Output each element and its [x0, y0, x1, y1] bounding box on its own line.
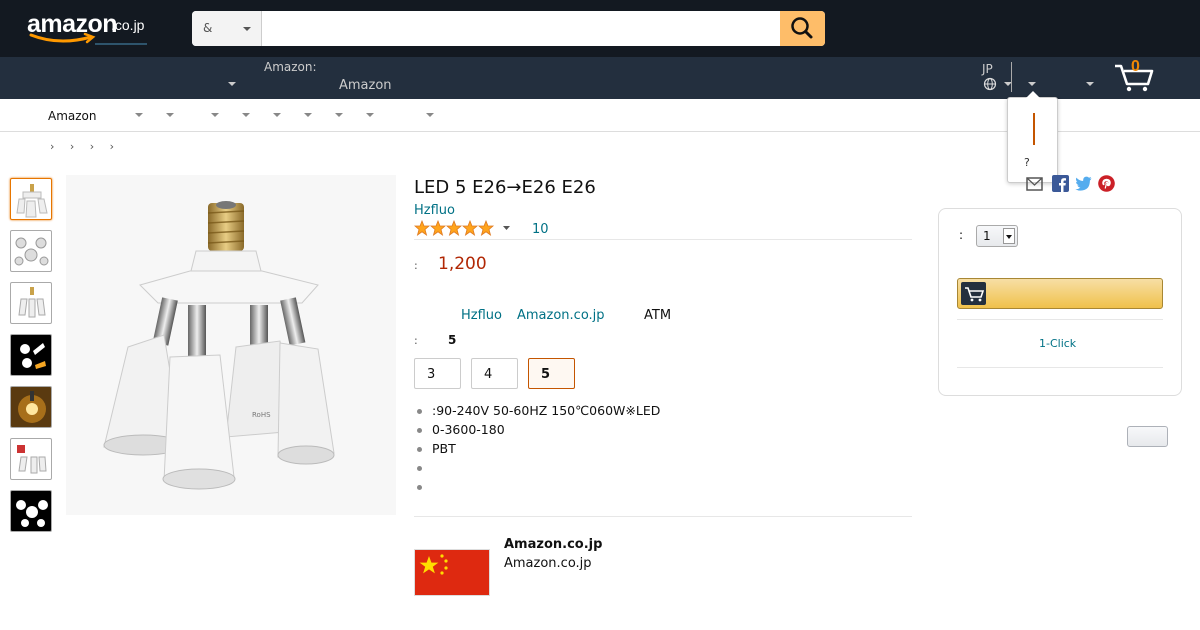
facebook-icon[interactable] [1052, 175, 1069, 192]
add-to-cart-button[interactable] [957, 278, 1163, 309]
one-click-link[interactable]: 1-Click [1039, 337, 1076, 350]
subnav-dropdown-icon[interactable] [273, 113, 281, 117]
subnav-dropdown-icon[interactable] [366, 113, 374, 117]
divider [414, 516, 912, 517]
chevron-down-icon [243, 27, 251, 31]
account-greeting: Amazon: [264, 60, 317, 74]
star-rating[interactable] [413, 219, 514, 236]
language-popover: ? [1007, 91, 1058, 183]
seller-site-link[interactable]: Amazon.co.jp [517, 308, 605, 323]
main-product-image[interactable]: RoHS [66, 175, 396, 515]
thumbnail[interactable] [10, 438, 52, 480]
language-code[interactable]: JP [982, 62, 993, 76]
orders-dropdown-icon[interactable] [1086, 82, 1094, 86]
quantity-value: 1 [983, 229, 991, 243]
quantity-select[interactable]: 1 [976, 225, 1018, 247]
thumbnail[interactable] [10, 386, 52, 428]
rating-count-link[interactable]: 10 [532, 222, 549, 237]
search-button[interactable] [780, 11, 825, 46]
seller-subtitle: Amazon.co.jp [504, 556, 592, 571]
logo-tld: .co.jp [111, 17, 145, 33]
subnav-dropdown-icon[interactable] [135, 113, 143, 117]
product-thumbnail-icon [18, 391, 46, 423]
account-link[interactable]: Amazon [339, 78, 392, 93]
variant-label: : [414, 334, 418, 347]
search-category-dropdown[interactable]: & [192, 11, 262, 46]
search-bar: & [192, 11, 825, 46]
svg-text:RoHS: RoHS [252, 411, 271, 419]
five-stars-icon [413, 219, 510, 236]
thumbnail[interactable] [10, 490, 52, 532]
deliver-dropdown-icon[interactable] [228, 82, 236, 86]
product-thumbnail-icon [16, 500, 48, 527]
thumbnail[interactable] [10, 178, 52, 220]
secondary-button[interactable] [1127, 426, 1168, 447]
product-thumbnail-icon [17, 445, 47, 474]
subnav-dropdown-icon[interactable] [335, 113, 343, 117]
popover-divider [1033, 113, 1035, 145]
payment-method: ATM [644, 308, 672, 323]
thumbnail[interactable] [10, 334, 52, 376]
breadcrumb[interactable]: › › › › [50, 140, 120, 153]
cart-count: 0 [1131, 58, 1140, 75]
search-input[interactable] [263, 11, 780, 46]
nav-divider [1011, 62, 1012, 92]
feature-bullet: 0-3600-180 [414, 422, 660, 441]
variant-option-3[interactable]: 3 [414, 358, 461, 389]
subnav-dropdown-icon[interactable] [426, 113, 434, 117]
account-dropdown-icon[interactable] [1028, 82, 1036, 86]
subnav-dropdown-icon[interactable] [242, 113, 250, 117]
chevron-down-icon [1003, 228, 1015, 244]
logo-smile-icon [29, 32, 147, 45]
divider [414, 239, 912, 240]
feature-bullet: :90-240V 50-60HZ 150℃060W※LED [414, 403, 660, 422]
feature-bullet: PBT [414, 441, 660, 460]
chevron-down-icon [503, 226, 510, 230]
variant-selected-value: 5 [448, 333, 457, 347]
product-thumbnail-icon [18, 287, 46, 318]
nav-bottom-bar [0, 57, 1200, 99]
product-thumbnail-icon [16, 184, 48, 218]
popover-question[interactable]: ? [1024, 156, 1030, 169]
variant-option-4[interactable]: 4 [471, 358, 518, 389]
cart-button-icon-wrap [961, 282, 986, 305]
amazon-logo[interactable]: amazon .co.jp [27, 10, 162, 46]
product-thumbnail-icon [20, 343, 46, 369]
product-thumbnail-icon [14, 237, 49, 266]
feature-bullets: :90-240V 50-60HZ 150℃060W※LED 0-3600-180… [414, 403, 660, 498]
brand-link[interactable]: Hzfluo [414, 203, 455, 218]
search-category-label: & [203, 21, 213, 35]
subnav-dropdown-icon[interactable] [304, 113, 312, 117]
subnav-dropdown-icon[interactable] [211, 113, 219, 117]
price-label: : [414, 259, 418, 272]
subnav-dropdown-icon[interactable] [166, 113, 174, 117]
price-value: 1,200 [438, 254, 487, 274]
thumbnail[interactable] [10, 230, 52, 272]
china-flag-icon [414, 549, 490, 596]
twitter-icon[interactable] [1075, 175, 1092, 192]
email-share-icon[interactable] [1026, 175, 1043, 192]
feature-bullet [414, 460, 660, 479]
pinterest-icon[interactable] [1098, 175, 1115, 192]
seller-brand-link[interactable]: Hzfluo [461, 308, 502, 323]
search-icon [791, 17, 813, 39]
feature-bullet [414, 479, 660, 498]
lamp-socket-splitter-image: RoHS [103, 201, 335, 490]
subnav-first-label[interactable]: Amazon [48, 109, 97, 123]
cart-icon [965, 287, 985, 302]
product-title: LED 5 E26→E26 E26 [414, 177, 596, 198]
variant-option-5[interactable]: 5 [528, 358, 575, 389]
divider [957, 319, 1163, 320]
thumbnail[interactable] [10, 282, 52, 324]
globe-icon[interactable] [983, 77, 997, 91]
quantity-label: : [959, 228, 964, 242]
seller-name[interactable]: Amazon.co.jp [504, 537, 602, 552]
divider [957, 367, 1163, 368]
